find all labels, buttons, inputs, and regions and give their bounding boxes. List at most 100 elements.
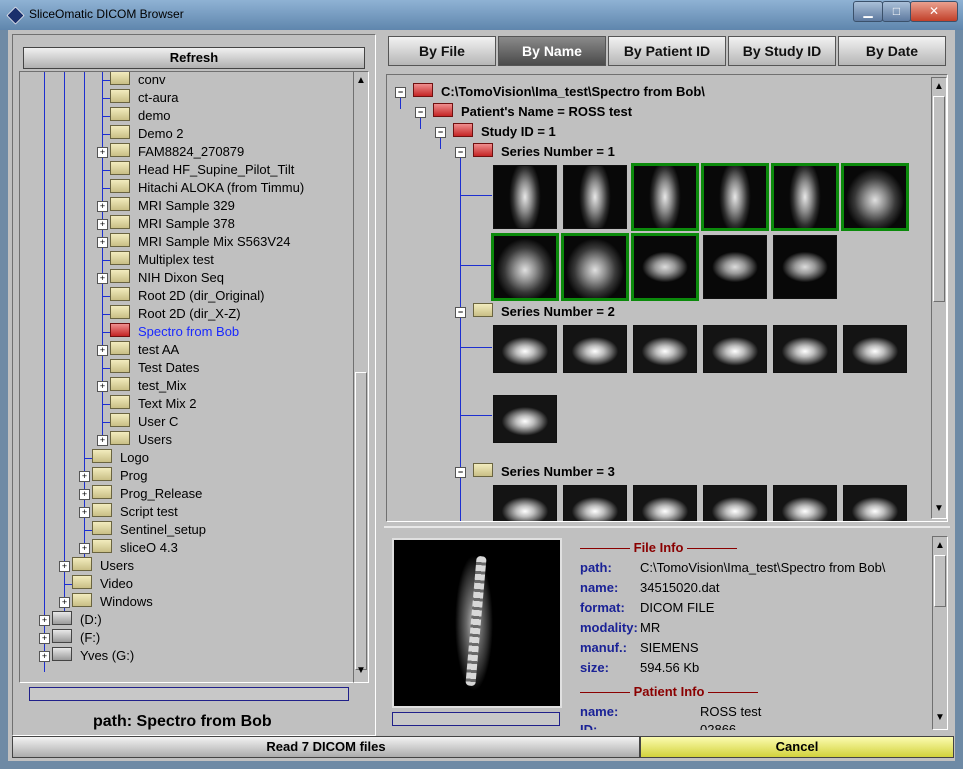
scroll-down-arrow-icon[interactable]: ▼ — [932, 502, 946, 516]
collapse-icon[interactable]: − — [455, 467, 466, 478]
tab-by-study-id[interactable]: By Study ID — [728, 36, 836, 66]
expand-icon[interactable]: + — [79, 471, 90, 482]
image-thumbnail[interactable] — [633, 325, 697, 373]
image-thumbnail[interactable] — [703, 325, 767, 373]
image-thumbnail-selected[interactable] — [631, 163, 699, 231]
tree-item[interactable]: conv — [110, 72, 165, 89]
collapse-icon[interactable]: − — [435, 127, 446, 138]
image-thumbnail-selected[interactable] — [701, 163, 769, 231]
image-thumbnail[interactable] — [493, 325, 557, 373]
tree-item[interactable]: Root 2D (dir_Original) — [110, 287, 264, 305]
scroll-down-arrow-icon[interactable]: ▼ — [933, 711, 947, 725]
expand-icon[interactable]: + — [97, 273, 108, 284]
image-thumbnail-selected[interactable] — [771, 163, 839, 231]
scrollbar-thumb[interactable] — [934, 555, 946, 607]
scroll-down-arrow-icon[interactable]: ▼ — [354, 664, 368, 678]
image-thumbnail[interactable] — [843, 325, 907, 373]
tree-item[interactable]: Video — [72, 575, 133, 593]
tree-item[interactable]: Root 2D (dir_X-Z) — [110, 305, 241, 323]
expand-icon[interactable]: + — [59, 597, 70, 608]
minimize-button[interactable]: ▁ — [853, 1, 883, 22]
tree-item[interactable]: Users — [110, 431, 172, 449]
scrollbar-thumb[interactable] — [933, 96, 945, 302]
tab-by-name[interactable]: By Name — [498, 36, 606, 66]
expand-icon[interactable]: + — [39, 633, 50, 644]
tab-by-file[interactable]: By File — [388, 36, 496, 66]
tree-item[interactable]: Prog_Release — [92, 485, 202, 503]
image-thumbnail[interactable] — [703, 485, 767, 521]
tree-item[interactable]: FAM8824_270879 — [110, 143, 244, 161]
expand-icon[interactable]: + — [97, 147, 108, 158]
image-thumbnail[interactable] — [493, 485, 557, 521]
expand-icon[interactable]: + — [79, 507, 90, 518]
expand-icon[interactable]: + — [79, 543, 90, 554]
image-thumbnail[interactable] — [493, 165, 557, 229]
expand-icon[interactable]: + — [97, 201, 108, 212]
scroll-up-arrow-icon[interactable]: ▲ — [932, 80, 946, 94]
image-thumbnail[interactable] — [773, 325, 837, 373]
image-thumbnail[interactable] — [563, 325, 627, 373]
tree-item[interactable]: Multiplex test — [110, 251, 214, 269]
tree-item[interactable]: MRI Sample Mix S563V24 — [110, 233, 290, 251]
expand-icon[interactable]: + — [97, 237, 108, 248]
info-scrollbar[interactable]: ▲ ▼ — [932, 536, 948, 730]
scroll-up-arrow-icon[interactable]: ▲ — [933, 539, 947, 553]
scrollbar-thumb[interactable] — [355, 372, 367, 670]
tree-item[interactable]: Hitachi ALOKA (from Timmu) — [110, 179, 304, 197]
image-thumbnail[interactable] — [563, 485, 627, 521]
image-thumbnail[interactable] — [773, 235, 837, 299]
tree-item[interactable]: Test Dates — [110, 359, 199, 377]
tree-series-3-node[interactable]: − Series Number = 3 — [455, 463, 615, 480]
tree-item[interactable]: sliceO 4.3 — [92, 539, 178, 557]
tab-by-date[interactable]: By Date — [838, 36, 946, 66]
expand-icon[interactable]: + — [97, 345, 108, 356]
tree-item[interactable]: Users — [72, 557, 134, 575]
image-thumbnail[interactable] — [703, 235, 767, 299]
tree-item[interactable]: NIH Dixon Seq — [110, 269, 224, 287]
tree-item[interactable]: ct-aura — [110, 89, 178, 107]
close-button[interactable]: ✕ — [910, 1, 958, 22]
tree-item[interactable]: Logo — [92, 449, 149, 467]
image-thumbnail-selected[interactable] — [491, 233, 559, 301]
tree-item[interactable]: test_Mix — [110, 377, 186, 395]
scroll-up-arrow-icon[interactable]: ▲ — [354, 74, 368, 88]
tree-item[interactable]: Script test — [92, 503, 178, 521]
expand-icon[interactable]: + — [39, 651, 50, 662]
tree-item[interactable]: MRI Sample 378 — [110, 215, 235, 233]
directory-tree-scrollbar[interactable]: ▲ ▼ — [353, 71, 369, 683]
tree-root-node[interactable]: − C:\TomoVision\Ima_test\Spectro from Bo… — [395, 83, 705, 100]
tree-item[interactable]: Text Mix 2 — [110, 395, 197, 413]
collapse-icon[interactable]: − — [415, 107, 426, 118]
tree-item[interactable]: MRI Sample 329 — [110, 197, 235, 215]
collapse-icon[interactable]: − — [455, 147, 466, 158]
tree-item[interactable]: Yves (G:) — [52, 647, 134, 665]
expand-icon[interactable]: + — [79, 489, 90, 500]
tree-item[interactable]: test AA — [110, 341, 179, 359]
image-thumbnail[interactable] — [773, 485, 837, 521]
expand-icon[interactable]: + — [39, 615, 50, 626]
tree-item[interactable]: Spectro from Bob — [110, 323, 239, 341]
expand-icon[interactable]: + — [59, 561, 70, 572]
tree-item[interactable]: Sentinel_setup — [92, 521, 206, 539]
image-thumbnail[interactable] — [633, 485, 697, 521]
tree-item[interactable]: Prog — [92, 467, 147, 485]
image-thumbnail-selected[interactable] — [631, 233, 699, 301]
expand-icon[interactable]: + — [97, 219, 108, 230]
image-thumbnail-selected[interactable] — [841, 163, 909, 231]
tree-item[interactable]: Demo 2 — [110, 125, 184, 143]
tree-study-node[interactable]: − Study ID = 1 — [435, 123, 556, 140]
series-tree-scrollbar[interactable]: ▲ ▼ — [931, 77, 947, 519]
tree-item[interactable]: Head HF_Supine_Pilot_Tilt — [110, 161, 294, 179]
tree-series-2-node[interactable]: − Series Number = 2 — [455, 303, 615, 320]
image-thumbnail[interactable] — [563, 165, 627, 229]
tree-item[interactable]: demo — [110, 107, 171, 125]
tab-by-patient-id[interactable]: By Patient ID — [608, 36, 726, 66]
collapse-icon[interactable]: − — [455, 307, 466, 318]
image-thumbnail[interactable] — [843, 485, 907, 521]
collapse-icon[interactable]: − — [395, 87, 406, 98]
tree-item[interactable]: (D:) — [52, 611, 102, 629]
expand-icon[interactable]: + — [97, 435, 108, 446]
tree-patient-node[interactable]: − Patient's Name = ROSS test — [415, 103, 632, 120]
refresh-button[interactable]: Refresh — [23, 47, 365, 69]
maximize-button[interactable]: □ — [882, 1, 911, 22]
